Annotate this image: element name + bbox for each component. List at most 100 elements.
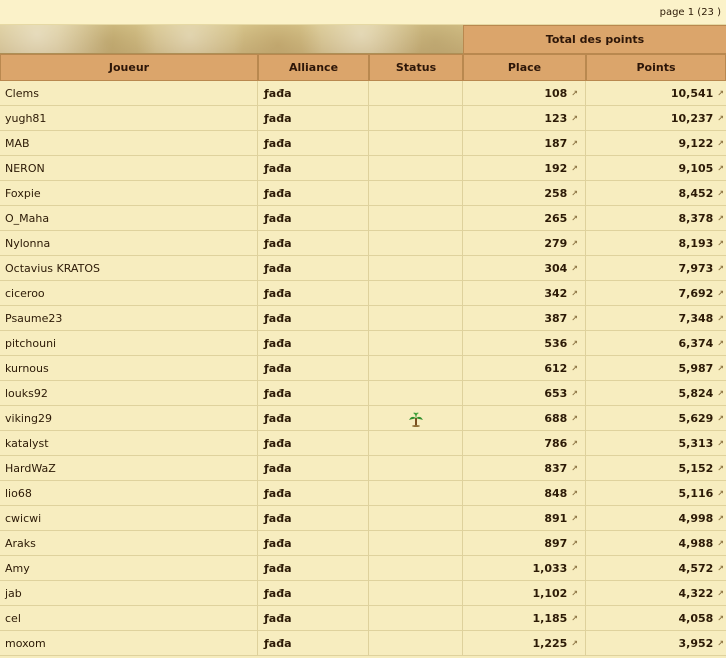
player-name[interactable]: Nylonna	[0, 231, 258, 256]
points-link-icon[interactable]: ↗	[717, 364, 724, 373]
points-link-icon[interactable]: ↗	[717, 189, 724, 198]
alliance-name[interactable]: ƒađa	[258, 531, 369, 556]
place-link-icon[interactable]: ↗	[571, 314, 578, 323]
place-link-icon[interactable]: ↗	[571, 239, 578, 248]
alliance-name[interactable]: ƒađa	[258, 406, 369, 431]
player-name[interactable]: cwicwi	[0, 506, 258, 531]
place-link-icon[interactable]: ↗	[571, 114, 578, 123]
header-place[interactable]: Place	[463, 54, 586, 81]
header-status[interactable]: Status	[369, 54, 463, 81]
header-points[interactable]: Points	[586, 54, 726, 81]
points-number: 8,378	[678, 212, 714, 225]
player-name[interactable]: lio68	[0, 481, 258, 506]
points-link-icon[interactable]: ↗	[717, 439, 724, 448]
place-link-icon[interactable]: ↗	[571, 339, 578, 348]
alliance-name[interactable]: ƒađa	[258, 606, 369, 631]
player-name[interactable]: HardWaZ	[0, 456, 258, 481]
player-name[interactable]: O_Maha	[0, 206, 258, 231]
place-link-icon[interactable]: ↗	[571, 439, 578, 448]
header-alliance[interactable]: Alliance	[258, 54, 369, 81]
points-link-icon[interactable]: ↗	[717, 589, 724, 598]
alliance-name[interactable]: ƒađa	[258, 156, 369, 181]
player-name[interactable]: yugh81	[0, 106, 258, 131]
points-link-icon[interactable]: ↗	[717, 539, 724, 548]
place-link-icon[interactable]: ↗	[571, 214, 578, 223]
place-link-icon[interactable]: ↗	[571, 639, 578, 648]
alliance-name[interactable]: ƒađa	[258, 431, 369, 456]
points-link-icon[interactable]: ↗	[717, 264, 724, 273]
player-name[interactable]: kurnous	[0, 356, 258, 381]
player-name[interactable]: Clems	[0, 81, 258, 106]
alliance-name[interactable]: ƒađa	[258, 581, 369, 606]
alliance-name[interactable]: ƒađa	[258, 181, 369, 206]
alliance-name[interactable]: ƒađa	[258, 356, 369, 381]
points-link-icon[interactable]: ↗	[717, 164, 724, 173]
points-link-icon[interactable]: ↗	[717, 289, 724, 298]
alliance-name[interactable]: ƒađa	[258, 306, 369, 331]
points-link-icon[interactable]: ↗	[717, 489, 724, 498]
place-link-icon[interactable]: ↗	[571, 89, 578, 98]
place-link-icon[interactable]: ↗	[571, 464, 578, 473]
place-link-icon[interactable]: ↗	[571, 139, 578, 148]
points-link-icon[interactable]: ↗	[717, 514, 724, 523]
player-name[interactable]: jab	[0, 581, 258, 606]
alliance-name[interactable]: ƒađa	[258, 131, 369, 156]
points-link-icon[interactable]: ↗	[717, 389, 724, 398]
player-name[interactable]: Amy	[0, 556, 258, 581]
points-link-icon[interactable]: ↗	[717, 239, 724, 248]
pagination-text[interactable]: page 1 (23 )	[660, 7, 721, 18]
points-link-icon[interactable]: ↗	[717, 639, 724, 648]
place-link-icon[interactable]: ↗	[571, 364, 578, 373]
alliance-name[interactable]: ƒađa	[258, 256, 369, 281]
alliance-name[interactable]: ƒađa	[258, 631, 369, 656]
place-link-icon[interactable]: ↗	[571, 564, 578, 573]
alliance-name[interactable]: ƒađa	[258, 456, 369, 481]
points-link-icon[interactable]: ↗	[717, 564, 724, 573]
place-link-icon[interactable]: ↗	[571, 589, 578, 598]
points-link-icon[interactable]: ↗	[717, 214, 724, 223]
player-name[interactable]: katalyst	[0, 431, 258, 456]
points-link-icon[interactable]: ↗	[717, 114, 724, 123]
header-player[interactable]: Joueur	[0, 54, 258, 81]
player-name[interactable]: Octavius KRATOS	[0, 256, 258, 281]
alliance-name[interactable]: ƒađa	[258, 206, 369, 231]
player-name[interactable]: louks92	[0, 381, 258, 406]
player-name[interactable]: MAB	[0, 131, 258, 156]
alliance-name[interactable]: ƒađa	[258, 106, 369, 131]
place-link-icon[interactable]: ↗	[571, 264, 578, 273]
place-link-icon[interactable]: ↗	[571, 389, 578, 398]
player-name[interactable]: ciceroo	[0, 281, 258, 306]
player-name[interactable]: Foxpie	[0, 181, 258, 206]
player-name[interactable]: Araks	[0, 531, 258, 556]
points-link-icon[interactable]: ↗	[717, 614, 724, 623]
points-link-icon[interactable]: ↗	[717, 414, 724, 423]
alliance-name[interactable]: ƒađa	[258, 381, 369, 406]
player-name[interactable]: viking29	[0, 406, 258, 431]
place-link-icon[interactable]: ↗	[571, 189, 578, 198]
place-link-icon[interactable]: ↗	[571, 539, 578, 548]
place-link-icon[interactable]: ↗	[571, 164, 578, 173]
alliance-name[interactable]: ƒađa	[258, 81, 369, 106]
player-name[interactable]: NERON	[0, 156, 258, 181]
alliance-name[interactable]: ƒađa	[258, 281, 369, 306]
points-link-icon[interactable]: ↗	[717, 139, 724, 148]
place-link-icon[interactable]: ↗	[571, 414, 578, 423]
place-link-icon[interactable]: ↗	[571, 514, 578, 523]
points-number: 5,116	[678, 487, 714, 500]
player-name[interactable]: Psaume23	[0, 306, 258, 331]
alliance-name[interactable]: ƒađa	[258, 331, 369, 356]
points-link-icon[interactable]: ↗	[717, 339, 724, 348]
place-link-icon[interactable]: ↗	[571, 489, 578, 498]
player-name[interactable]: pitchouni	[0, 331, 258, 356]
player-name[interactable]: cel	[0, 606, 258, 631]
points-link-icon[interactable]: ↗	[717, 314, 724, 323]
place-link-icon[interactable]: ↗	[571, 289, 578, 298]
alliance-name[interactable]: ƒađa	[258, 231, 369, 256]
alliance-name[interactable]: ƒađa	[258, 556, 369, 581]
points-link-icon[interactable]: ↗	[717, 89, 724, 98]
alliance-name[interactable]: ƒađa	[258, 481, 369, 506]
alliance-name[interactable]: ƒađa	[258, 506, 369, 531]
player-name[interactable]: moxom	[0, 631, 258, 656]
place-link-icon[interactable]: ↗	[571, 614, 578, 623]
points-link-icon[interactable]: ↗	[717, 464, 724, 473]
